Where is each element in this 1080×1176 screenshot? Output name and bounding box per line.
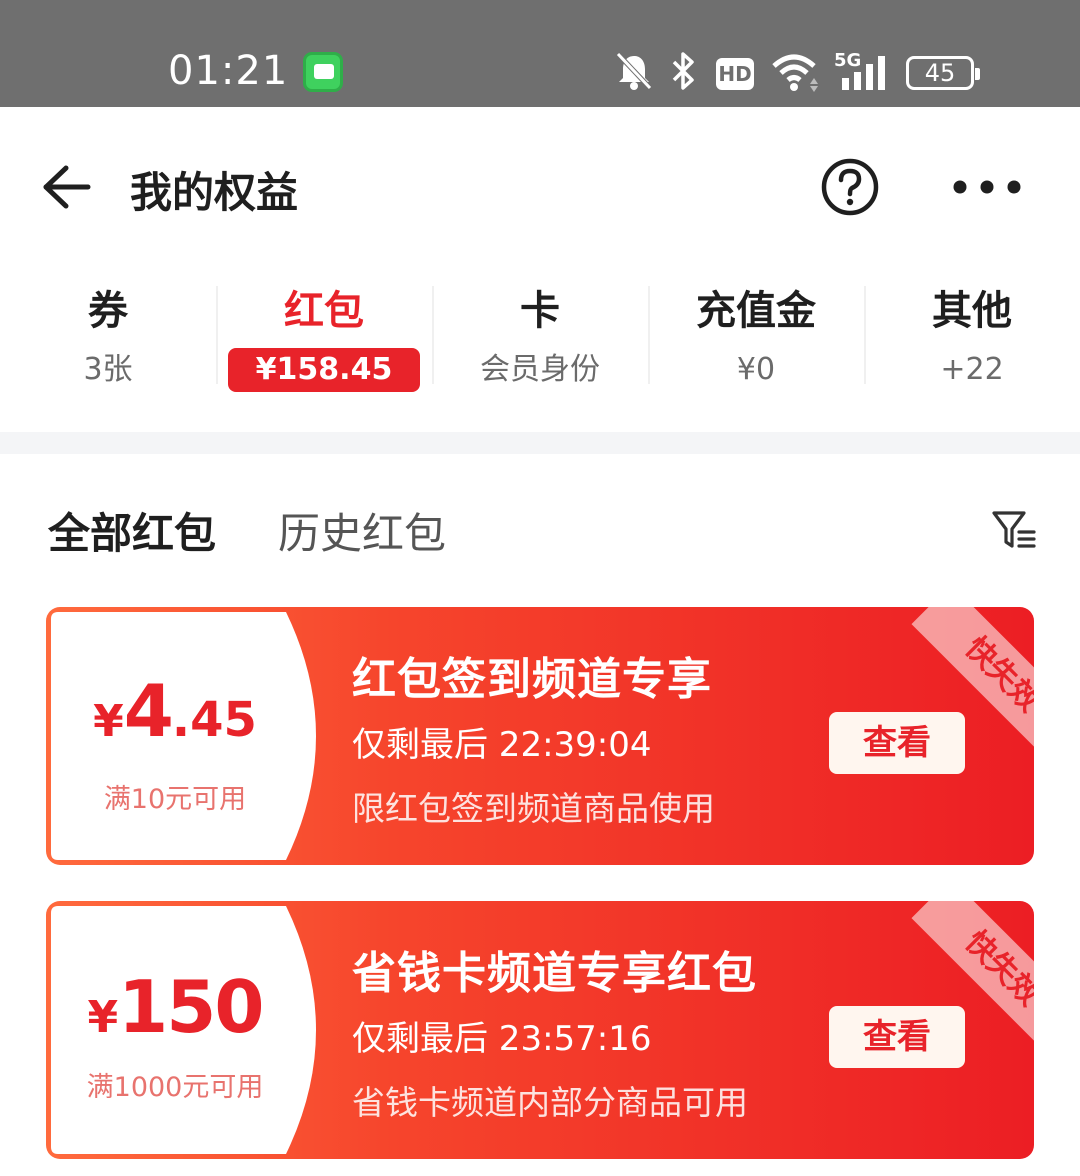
expiring-soon-label: 快失效	[911, 607, 1034, 757]
signal-icon	[842, 56, 885, 90]
coupon-countdown: 仅剩最后 22:39:04	[352, 725, 652, 765]
tab-count: +22	[940, 352, 1004, 387]
status-time: 01:21	[168, 48, 289, 94]
coupon-amount: ¥150	[87, 965, 265, 1049]
bluetooth-icon	[672, 52, 694, 90]
help-icon[interactable]	[820, 157, 880, 217]
coupon-description: 限红包签到频道商品使用	[352, 789, 715, 828]
subtab-history-red-packets[interactable]: 历史红包	[278, 500, 446, 561]
coupon-condition: 满1000元可用	[86, 1072, 264, 1103]
mute-bell-icon	[616, 52, 652, 90]
messages-app-icon	[303, 52, 343, 92]
more-options-icon[interactable]	[950, 177, 1024, 197]
wifi-icon	[772, 54, 818, 92]
back-arrow-icon[interactable]	[38, 162, 94, 212]
coupon-amount: ¥4.45	[93, 669, 257, 753]
tab-others[interactable]: 其他 +22	[864, 270, 1080, 400]
tab-title: 券	[88, 288, 128, 334]
red-packet-total-badge: ¥158.45	[227, 348, 421, 392]
tab-title: 其他	[932, 288, 1012, 334]
app-header: 我的权益	[0, 107, 1080, 267]
coupon-title: 省钱卡频道专享红包	[352, 948, 757, 999]
page-title: 我的权益	[130, 168, 299, 217]
tab-count: 3张	[83, 352, 133, 387]
expiring-soon-ribbon: 快失效	[884, 901, 1034, 1051]
filter-icon[interactable]	[990, 508, 1038, 552]
red-packet-card[interactable]: ¥150 满1000元可用 省钱卡频道专享红包 仅剩最后 23:57:16 省钱…	[46, 901, 1034, 1159]
red-packet-card[interactable]: ¥4.45 满10元可用 红包签到频道专享 仅剩最后 22:39:04 限红包签…	[46, 607, 1034, 865]
benefit-category-tabs: 券 3张 红包 ¥158.45 卡 会员身份 充值金 ¥0 其他 +22	[0, 270, 1080, 400]
tab-recharge[interactable]: 充值金 ¥0	[648, 270, 864, 400]
subtab-all-red-packets[interactable]: 全部红包	[48, 500, 216, 561]
coupon-description: 省钱卡频道内部分商品可用	[352, 1083, 748, 1122]
coupon-condition: 满10元可用	[103, 784, 247, 815]
battery-indicator: 45	[906, 56, 980, 90]
tab-coupons[interactable]: 券 3张	[0, 270, 216, 400]
tab-amount: ¥0	[736, 352, 776, 387]
tab-title: 红包	[284, 288, 364, 334]
tab-cards[interactable]: 卡 会员身份	[432, 270, 648, 400]
coupon-title: 红包签到频道专享	[352, 654, 712, 705]
coupon-countdown: 仅剩最后 23:57:16	[352, 1019, 652, 1059]
tab-red-packets[interactable]: 红包 ¥158.45	[216, 270, 432, 400]
tab-title: 卡	[520, 288, 560, 334]
tab-title: 充值金	[696, 288, 816, 334]
hd-badge: HD	[716, 58, 754, 90]
status-bar: 01:21 HD 5G 45	[0, 0, 1080, 107]
expiring-soon-ribbon: 快失效	[884, 607, 1034, 757]
section-divider	[0, 432, 1080, 454]
expiring-soon-label: 快失效	[911, 901, 1034, 1051]
tab-subtitle: 会员身份	[480, 352, 600, 387]
